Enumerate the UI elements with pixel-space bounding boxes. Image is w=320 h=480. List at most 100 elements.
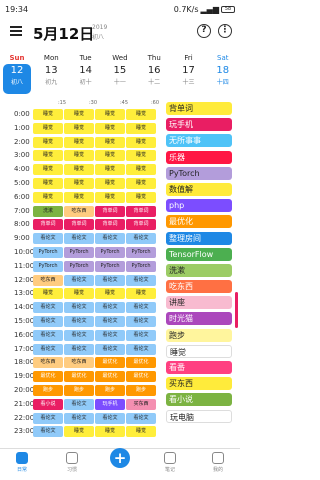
schedule-slot[interactable]: 睡觉 — [126, 109, 156, 120]
schedule-slot[interactable]: 吃东西 — [33, 357, 63, 369]
schedule-slot[interactable]: 看论文 — [64, 412, 94, 424]
schedule-slot[interactable]: 看论文 — [126, 412, 156, 424]
schedule-slot[interactable]: 看论文 — [33, 329, 63, 341]
schedule-slot[interactable]: 睡觉 — [33, 109, 63, 120]
schedule-slot[interactable]: 睡觉 — [33, 288, 63, 300]
schedule-slot[interactable]: 看论文 — [33, 316, 63, 327]
schedule-slot[interactable]: 看论文 — [33, 302, 63, 314]
schedule-slot[interactable]: 睡觉 — [126, 426, 156, 438]
schedule-slot[interactable]: 睡觉 — [95, 150, 125, 162]
legend-tag[interactable]: PyTorch — [166, 166, 232, 180]
schedule-slot[interactable]: 睡觉 — [64, 426, 94, 438]
nav-item-1[interactable]: 习惯 — [52, 452, 92, 473]
legend-tag[interactable]: 睡觉 — [166, 344, 232, 358]
schedule-slot[interactable]: 看论文 — [64, 398, 94, 410]
help-icon[interactable]: ? — [197, 24, 211, 38]
schedule-slot[interactable]: 睡觉 — [33, 122, 63, 134]
day-wed[interactable]: Wed 15 十一 — [103, 50, 137, 98]
schedule-slot[interactable]: PyTorch — [126, 260, 156, 272]
day-thu[interactable]: Thu 16 十二 — [137, 50, 171, 98]
schedule-slot[interactable]: 最优化 — [126, 371, 156, 383]
schedule-slot[interactable]: 睡觉 — [33, 191, 63, 203]
legend-tag[interactable]: 洗漱 — [166, 263, 232, 277]
schedule-slot[interactable]: 买东西 — [126, 398, 156, 410]
schedule-slot[interactable]: 睡觉 — [64, 150, 94, 162]
schedule-slot[interactable]: 睡觉 — [126, 164, 156, 176]
schedule-slot[interactable]: 背单词 — [126, 205, 156, 217]
schedule-slot[interactable]: 睡觉 — [126, 191, 156, 203]
day-fri[interactable]: Fri 17 十三 — [172, 50, 206, 98]
schedule-slot[interactable]: 看论文 — [126, 316, 156, 327]
nav-item-0[interactable]: 日常 — [2, 452, 42, 473]
schedule-slot[interactable]: 看论文 — [95, 302, 125, 314]
schedule-slot[interactable]: 睡觉 — [33, 136, 63, 148]
add-button[interactable]: + — [110, 448, 130, 468]
schedule-slot[interactable]: 背单词 — [95, 219, 125, 231]
legend-tag[interactable]: php — [166, 199, 232, 213]
legend-tag[interactable]: 看小说 — [166, 393, 232, 407]
schedule-slot[interactable]: 看论文 — [64, 329, 94, 341]
legend-tag[interactable]: 最优化 — [166, 215, 232, 229]
schedule-slot[interactable]: 看论文 — [33, 426, 63, 438]
schedule-slot[interactable]: 看论文 — [95, 329, 125, 341]
schedule-slot[interactable]: 吃东西 — [64, 205, 94, 217]
schedule-slot[interactable]: 最优化 — [64, 371, 94, 383]
legend-tag[interactable]: 时光猫 — [166, 312, 232, 326]
nav-item-2[interactable]: 笔记 — [150, 452, 190, 473]
schedule-slot[interactable]: 睡觉 — [95, 164, 125, 176]
schedule-slot[interactable]: 睡觉 — [95, 178, 125, 189]
legend-tag[interactable]: 看番 — [166, 361, 232, 374]
schedule-slot[interactable]: 看论文 — [126, 302, 156, 314]
schedule-slot[interactable]: 洗漱 — [33, 205, 63, 217]
schedule-slot[interactable]: 睡觉 — [126, 136, 156, 148]
nav-item-3[interactable]: 我的 — [198, 452, 238, 473]
legend-tag[interactable]: 玩手机 — [166, 118, 232, 132]
day-mon[interactable]: Mon 13 初九 — [34, 50, 68, 98]
schedule-slot[interactable]: 看论文 — [64, 316, 94, 327]
schedule-slot[interactable]: PyTorch — [64, 247, 94, 258]
schedule-slot[interactable]: 玩手机 — [95, 398, 125, 410]
schedule-slot[interactable]: PyTorch — [95, 260, 125, 272]
schedule-slot[interactable]: 睡觉 — [64, 122, 94, 134]
schedule-slot[interactable]: 看论文 — [95, 274, 125, 286]
schedule-slot[interactable]: PyTorch — [33, 260, 63, 272]
schedule-slot[interactable]: 背单词 — [33, 219, 63, 231]
day-sun[interactable]: Sun 12 初八 — [0, 50, 34, 98]
schedule-slot[interactable]: 睡觉 — [64, 288, 94, 300]
schedule-slot[interactable]: 看小说 — [33, 398, 63, 410]
schedule-slot[interactable]: 看论文 — [95, 316, 125, 327]
schedule-slot[interactable]: 看论文 — [126, 329, 156, 341]
legend-tag[interactable]: 数值解 — [166, 182, 232, 196]
schedule-slot[interactable]: 看论文 — [126, 274, 156, 286]
schedule-slot[interactable]: 背单词 — [64, 219, 94, 231]
day-tue[interactable]: Tue 14 初十 — [69, 50, 103, 98]
schedule-slot[interactable]: PyTorch — [126, 247, 156, 258]
schedule-slot[interactable]: 跑步 — [64, 385, 94, 396]
schedule-slot[interactable]: 看论文 — [95, 233, 125, 245]
schedule-slot[interactable]: 最优化 — [95, 371, 125, 383]
schedule-slot[interactable]: 看论文 — [33, 233, 63, 245]
legend-tag[interactable]: 吃东西 — [166, 280, 232, 294]
schedule-slot[interactable]: 跑步 — [33, 385, 63, 396]
schedule-slot[interactable]: 最优化 — [95, 357, 125, 369]
schedule-slot[interactable]: 睡觉 — [64, 164, 94, 176]
legend-tag[interactable]: 玩电脑 — [166, 409, 232, 423]
schedule-slot[interactable]: 看论文 — [126, 343, 156, 355]
scrollbar[interactable] — [235, 292, 238, 328]
schedule-slot[interactable]: 背单词 — [95, 205, 125, 217]
schedule-slot[interactable]: 睡觉 — [95, 426, 125, 438]
schedule-slot[interactable]: 跑步 — [126, 385, 156, 396]
schedule-slot[interactable]: 看论文 — [95, 343, 125, 355]
legend-tag[interactable]: 买东西 — [166, 377, 232, 391]
schedule-slot[interactable]: 看论文 — [64, 302, 94, 314]
schedule-slot[interactable]: 睡觉 — [95, 109, 125, 120]
schedule-slot[interactable]: 睡觉 — [33, 150, 63, 162]
schedule-slot[interactable]: PyTorch — [64, 260, 94, 272]
schedule-slot[interactable]: 睡觉 — [126, 178, 156, 189]
schedule-slot[interactable]: 看论文 — [33, 412, 63, 424]
schedule-slot[interactable]: 睡觉 — [95, 288, 125, 300]
schedule-slot[interactable]: 睡觉 — [33, 164, 63, 176]
legend-tag[interactable]: 无所事事 — [166, 134, 232, 148]
menu-icon[interactable] — [10, 26, 22, 36]
day-sat[interactable]: Sat 18 十四 — [206, 50, 240, 98]
